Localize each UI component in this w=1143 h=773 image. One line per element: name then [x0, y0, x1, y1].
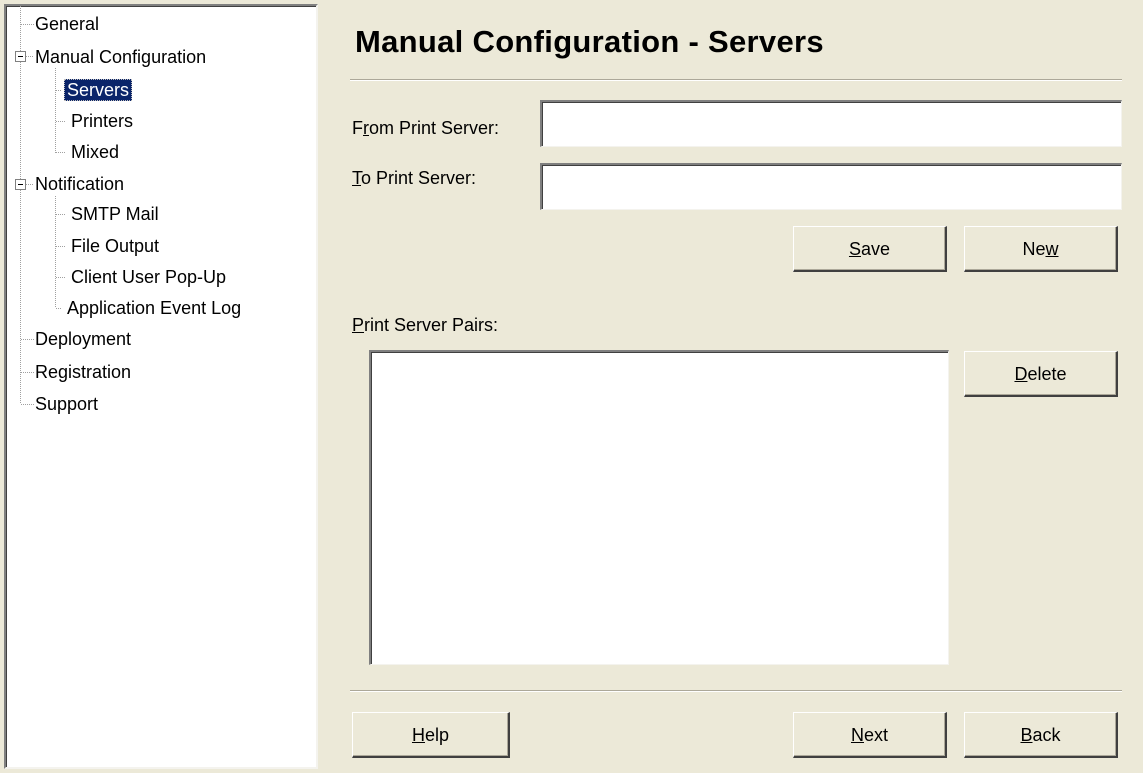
delete-button[interactable]: Delete [964, 351, 1118, 397]
new-button[interactable]: New [964, 226, 1118, 272]
help-button[interactable]: Help [352, 712, 510, 758]
tree-item-mixed[interactable]: Mixed [68, 141, 122, 163]
tree-item-deployment[interactable]: Deployment [32, 328, 134, 350]
tree-item-printers[interactable]: Printers [68, 110, 136, 132]
header-divider [350, 79, 1122, 81]
collapse-manual-configuration-icon[interactable] [15, 51, 26, 62]
tree-item-application-event-log[interactable]: Application Event Log [64, 297, 244, 319]
print-server-pairs-list[interactable] [369, 350, 949, 665]
tree-item-manual-configuration[interactable]: Manual Configuration [32, 46, 209, 68]
tree-item-support[interactable]: Support [32, 393, 101, 415]
to-print-server-label: To Print Server: [352, 168, 477, 188]
tree-item-general[interactable]: General [32, 13, 102, 35]
tree-item-servers[interactable]: Servers [64, 79, 133, 101]
to-print-server-input[interactable] [540, 163, 1122, 210]
next-button[interactable]: Next [793, 712, 947, 758]
collapse-notification-icon[interactable] [15, 179, 26, 190]
settings-tree[interactable]: General Manual Configuration Servers Pri… [4, 4, 318, 769]
tree-item-client-user-pop-up[interactable]: Client User Pop-Up [68, 266, 229, 288]
tree-connector-lines [20, 6, 66, 405]
print-server-pairs-label: Print Server Pairs: [352, 315, 499, 335]
save-button[interactable]: Save [793, 226, 947, 272]
tree-item-smtp-mail[interactable]: SMTP Mail [68, 203, 162, 225]
footer-divider [350, 690, 1122, 692]
back-button[interactable]: Back [964, 712, 1118, 758]
tree-item-notification[interactable]: Notification [32, 173, 127, 195]
tree-item-registration[interactable]: Registration [32, 361, 134, 383]
from-print-server-label: From Print Server: [352, 118, 500, 138]
from-print-server-input[interactable] [540, 100, 1122, 147]
page-title: Manual Configuration - Servers [355, 24, 824, 59]
tree-item-file-output[interactable]: File Output [68, 235, 162, 257]
